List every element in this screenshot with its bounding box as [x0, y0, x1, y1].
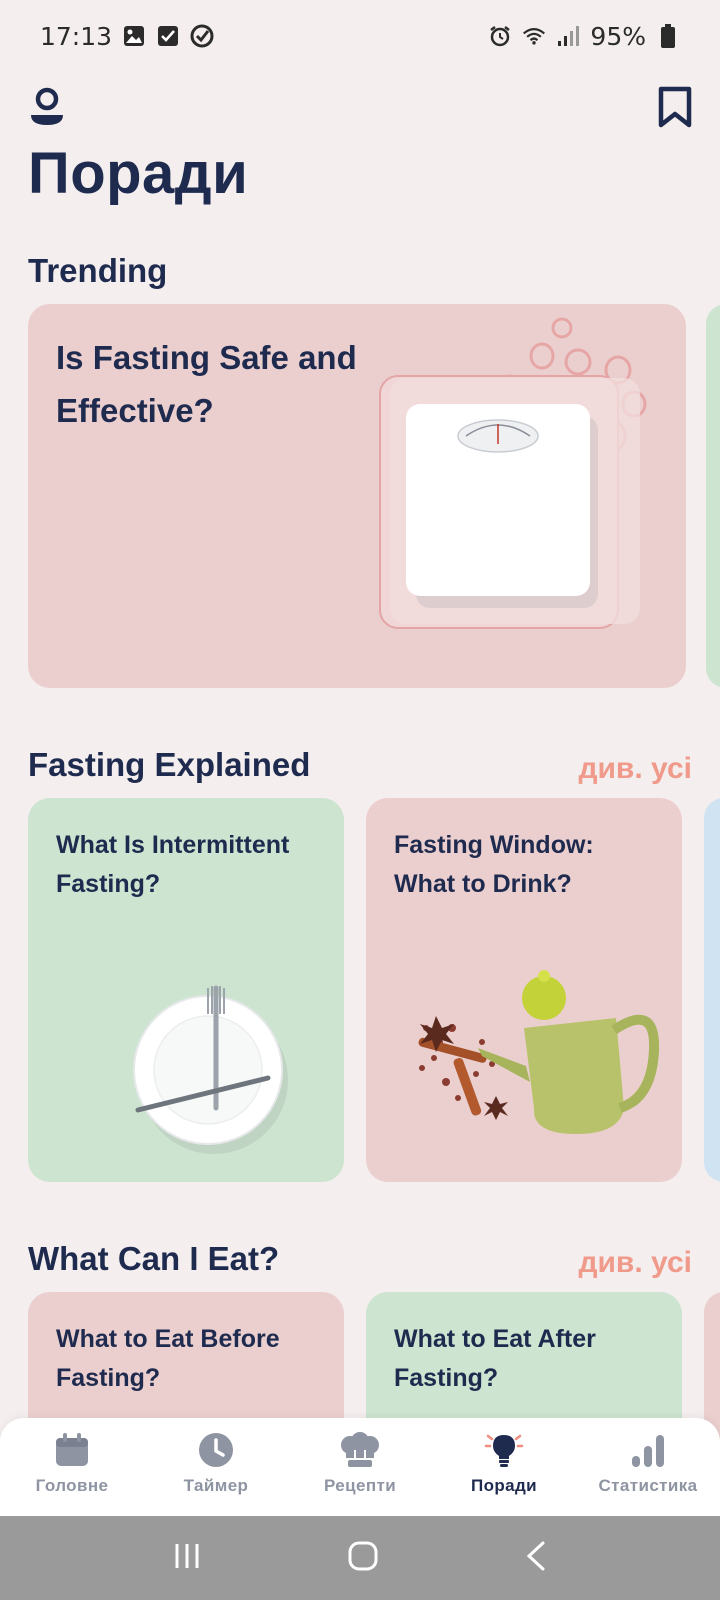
nav-label: Статистика [598, 1476, 698, 1495]
battery-percent: 95% [590, 21, 646, 51]
bookmark-icon[interactable] [658, 86, 692, 133]
check-circle-icon [190, 24, 214, 48]
nav-label: Поради [470, 1476, 538, 1495]
status-time: 17:13 [40, 21, 113, 51]
plate-cutlery-image [133, 985, 288, 1154]
wifi-icon [522, 24, 546, 48]
checkbox-icon [156, 24, 180, 48]
calendar-icon [56, 1433, 88, 1466]
status-bar: 17:13 95% [0, 0, 720, 72]
bathroom-scale-image [379, 317, 647, 629]
fasting-explained-title: Fasting Explained [28, 746, 311, 783]
trending-card-title: Is Fasting Safe and Effective? [56, 339, 357, 429]
nav-label: Рецепти [323, 1476, 397, 1495]
profile-icon[interactable] [28, 87, 66, 132]
nav-item-recipes[interactable]: Рецепти [290, 1432, 430, 1496]
bar-chart-icon [632, 1435, 664, 1467]
gallery-icon [122, 24, 146, 48]
system-navigation-bar [0, 1516, 720, 1600]
trending-card[interactable]: Is Fasting Safe and Effective? [28, 304, 686, 688]
what-can-i-eat-title: What Can I Eat? [28, 1240, 280, 1277]
bottom-navigation: Головне Таймер Рецепти Поради Статистика [0, 1418, 720, 1516]
card-fasting-window[interactable]: Fasting Window: What to Drink? [366, 798, 682, 1182]
status-left: 17:13 [40, 22, 214, 51]
trending-card-next[interactable] [706, 304, 720, 688]
battery-icon [656, 24, 680, 48]
back-icon[interactable] [524, 1540, 548, 1577]
nav-label: Таймер [183, 1476, 249, 1495]
teapot-spices-image [418, 970, 660, 1134]
clock-icon [199, 1433, 233, 1467]
fasting-explained-see-all[interactable]: див. усі [578, 752, 692, 786]
recent-apps-icon[interactable] [172, 1541, 202, 1576]
nav-item-stats[interactable]: Статистика [578, 1432, 718, 1496]
page-title: Поради [28, 141, 249, 206]
lightbulb-icon [484, 1434, 524, 1467]
what-can-i-eat-see-all[interactable]: див. усі [578, 1246, 692, 1280]
card-what-is-if[interactable]: What Is Intermittent Fasting? [28, 798, 344, 1182]
nav-label: Головне [35, 1476, 109, 1495]
nav-item-timer[interactable]: Таймер [146, 1432, 286, 1496]
card-title: What to Eat Before Fasting? [56, 1325, 280, 1392]
card-title: What Is Intermittent Fasting? [56, 831, 290, 898]
nav-item-tips[interactable]: Поради [434, 1432, 574, 1496]
trending-title: Trending [28, 252, 168, 289]
nav-item-home[interactable]: Головне [2, 1432, 142, 1496]
chef-hat-icon [341, 1432, 379, 1467]
card-title: Fasting Window: What to Drink? [394, 831, 594, 898]
card-next-explained[interactable] [704, 798, 720, 1182]
signal-icon [556, 24, 580, 48]
status-right: 95% [488, 22, 680, 51]
top-bar [28, 86, 692, 132]
card-title: What to Eat After Fasting? [394, 1325, 596, 1392]
home-icon[interactable] [347, 1540, 379, 1577]
alarm-icon [488, 24, 512, 48]
